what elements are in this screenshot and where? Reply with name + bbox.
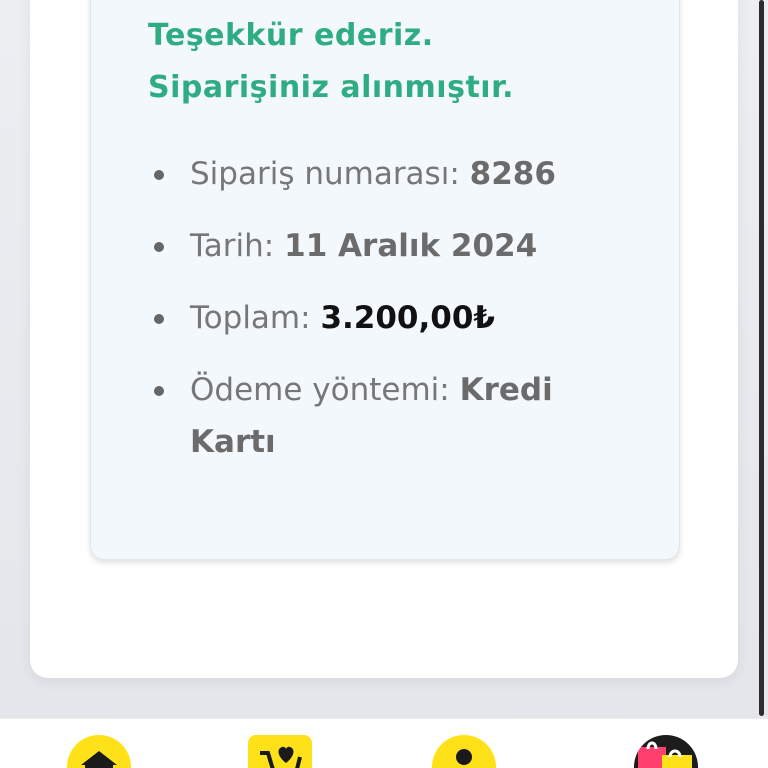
order-date-item: Tarih: 11 Aralık 2024 xyxy=(150,220,590,272)
order-total-label: Toplam: xyxy=(190,300,311,336)
home-icon xyxy=(67,735,131,768)
cart-heart-icon xyxy=(248,735,312,768)
nav-shop-button[interactable] xyxy=(634,735,698,768)
order-date-label: Tarih: xyxy=(190,228,275,264)
bullet-icon xyxy=(154,386,164,396)
bottom-navigation xyxy=(0,718,768,768)
order-number-label: Sipariş numarası: xyxy=(190,156,460,192)
scrollbar[interactable] xyxy=(759,0,764,716)
nav-home-button[interactable] xyxy=(67,735,131,768)
payment-method-item: Ödeme yöntemi: Kredi Kartı xyxy=(150,364,590,468)
order-total-item: Toplam: 3.200,00₺ xyxy=(150,292,590,344)
order-number-item: Sipariş numarası: 8286 xyxy=(150,148,590,200)
nav-profile-button[interactable] xyxy=(432,735,496,768)
bullet-icon xyxy=(154,242,164,252)
order-confirmation-page: Teşekkür ederiz. Siparişiniz alınmıştır.… xyxy=(0,0,768,768)
payment-method-label: Ödeme yöntemi: xyxy=(190,372,450,408)
thank-you-text: Teşekkür ederiz. xyxy=(148,18,434,53)
nav-cart-button[interactable] xyxy=(248,735,312,768)
shopping-bag-icon xyxy=(634,735,698,768)
order-details-list: Sipariş numarası: 8286 Tarih: 11 Aralık … xyxy=(150,148,590,488)
bullet-icon xyxy=(154,314,164,324)
confirmation-message: Teşekkür ederiz. Siparişiniz alınmıştır. xyxy=(148,10,668,114)
order-received-text: Siparişiniz alınmıştır. xyxy=(148,70,514,105)
profile-icon xyxy=(432,735,496,768)
bullet-icon xyxy=(154,170,164,180)
order-total-value: 3.200,00₺ xyxy=(320,300,495,336)
order-number-value: 8286 xyxy=(469,156,556,192)
order-date-value: 11 Aralık 2024 xyxy=(284,228,538,264)
